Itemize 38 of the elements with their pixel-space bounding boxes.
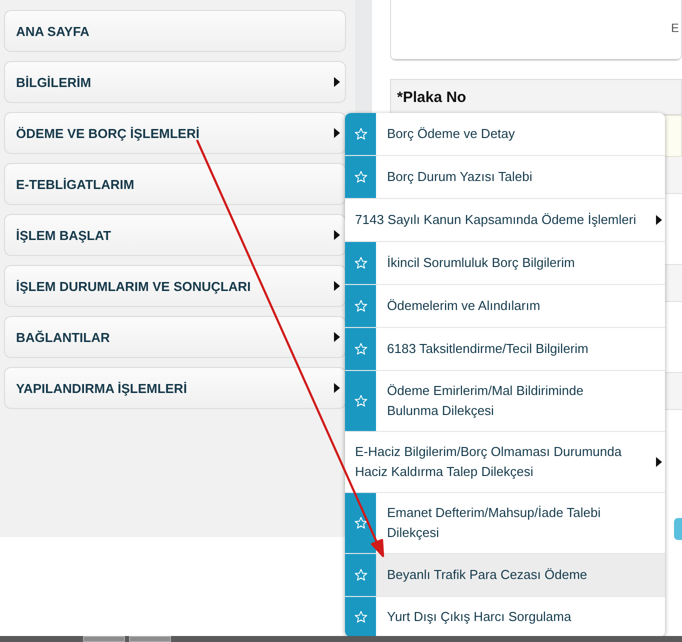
caret-icon — [334, 281, 340, 291]
caret-icon — [656, 457, 662, 467]
sidebar-item[interactable]: ÖDEME VE BORÇ İŞLEMLERİ — [4, 112, 346, 154]
caret-icon — [334, 230, 340, 240]
field-text: E — [670, 21, 679, 35]
caret-icon — [334, 77, 340, 87]
menu-item[interactable]: 7143 Sayılı Kanun Kapsamında Ödeme İşlemleri — [345, 199, 665, 242]
sidebar-item[interactable]: ANA SAYFA — [4, 10, 346, 52]
caret-icon — [334, 383, 340, 393]
menu-item[interactable]: Beyanlı Trafik Para Cezası Ödeme — [345, 554, 665, 597]
star-icon[interactable] — [354, 516, 368, 530]
menu-item[interactable]: 6183 Taksitlendirme/Tecil Bilgilerim — [345, 328, 665, 371]
caret-icon — [334, 128, 340, 138]
menu-item[interactable]: Ödemelerim ve Alındılarım — [345, 285, 665, 328]
menu-item[interactable]: Borç Ödeme ve Detay — [345, 113, 665, 156]
sidebar-item[interactable]: YAPILANDIRMA İŞLEMLERİ — [4, 367, 346, 409]
menu-item[interactable]: E-Haciz Bilgilerim/Borç Olmaması Durumunda Haciz Kaldırma Talep Dilekçesi — [345, 432, 665, 493]
sidebar-item[interactable]: BAĞLANTILAR — [4, 316, 346, 358]
field-label: *Plaka No — [397, 88, 466, 106]
sidebar-item[interactable]: E-TEBLİGATLARIM — [4, 163, 346, 205]
star-icon[interactable] — [354, 299, 368, 313]
menu-item[interactable]: Yurt Dışı Çıkış Harcı Sorgulama — [345, 597, 665, 637]
star-icon[interactable] — [354, 342, 368, 356]
sidebar-item[interactable]: İŞLEM DURUMLARIM VE SONUÇLARI — [4, 265, 346, 307]
menu-item[interactable]: Ödeme Emirlerim/Mal Bildiriminde Bulunma Dilekçesi — [345, 371, 665, 432]
menu-item[interactable]: İkincil Sorumluluk Borç Bilgilerim — [345, 242, 665, 285]
sidebar-item[interactable]: BİLGİLERİM — [4, 61, 346, 103]
star-icon[interactable] — [354, 568, 368, 582]
star-icon[interactable] — [354, 170, 368, 184]
caret-icon — [656, 215, 662, 225]
menu-item[interactable]: Emanet Defterim/Mahsup/İade Talebi Dilekçesi — [345, 493, 665, 554]
star-icon[interactable] — [354, 256, 368, 270]
star-icon[interactable] — [354, 394, 368, 408]
sidebar-item[interactable]: İŞLEM BAŞLAT — [4, 214, 346, 256]
menu-item[interactable]: Borç Durum Yazısı Talebi — [345, 156, 665, 199]
star-icon[interactable] — [354, 127, 368, 141]
caret-icon — [334, 332, 340, 342]
star-icon[interactable] — [354, 610, 368, 624]
